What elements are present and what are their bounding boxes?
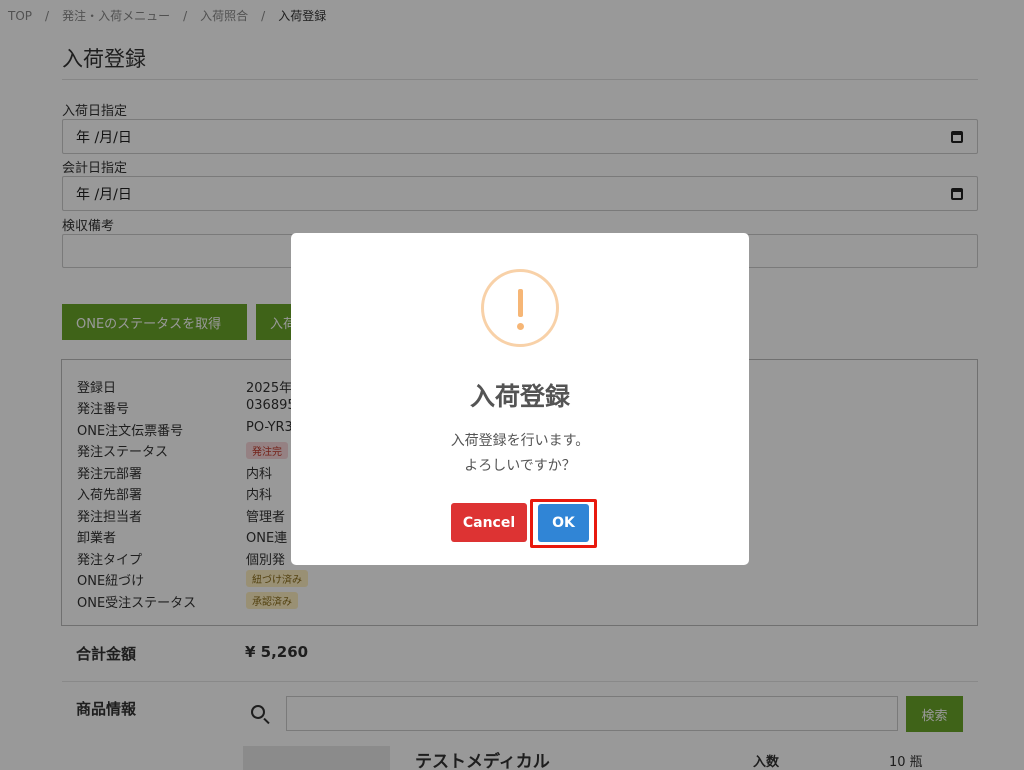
warning-icon-dot xyxy=(517,323,524,330)
cancel-button[interactable]: Cancel xyxy=(451,503,527,542)
ok-button[interactable]: OK xyxy=(538,504,589,542)
dialog-message-line-2: よろしいですか？ xyxy=(464,458,576,474)
warning-icon xyxy=(481,269,559,347)
warning-icon-bar xyxy=(518,289,523,317)
dialog-message-line-1: 入荷登録を行います。 xyxy=(450,433,590,449)
confirm-dialog: 入荷登録 入荷登録を行います。 よろしいですか？ Cancel OK xyxy=(291,233,749,565)
dialog-title: 入荷登録 xyxy=(469,382,570,411)
